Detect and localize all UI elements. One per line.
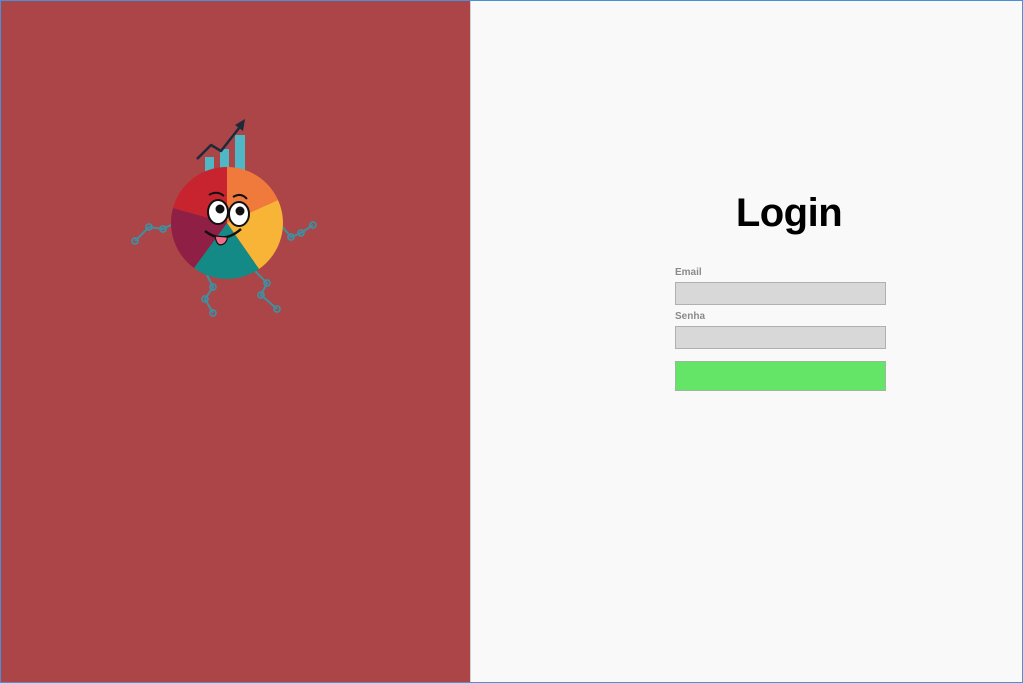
app-window: Login Email Senha bbox=[0, 0, 1023, 683]
login-button[interactable] bbox=[675, 361, 886, 391]
login-title: Login bbox=[735, 191, 843, 235]
illustration-panel bbox=[1, 1, 470, 682]
login-form: Email Senha bbox=[675, 267, 886, 391]
pie-chart-mascot-icon bbox=[131, 119, 317, 317]
password-label: Senha bbox=[675, 311, 706, 322]
password-field[interactable] bbox=[675, 326, 886, 349]
login-panel: Login Email Senha bbox=[470, 1, 1022, 682]
email-field[interactable] bbox=[675, 282, 886, 305]
email-label: Email bbox=[675, 267, 702, 278]
